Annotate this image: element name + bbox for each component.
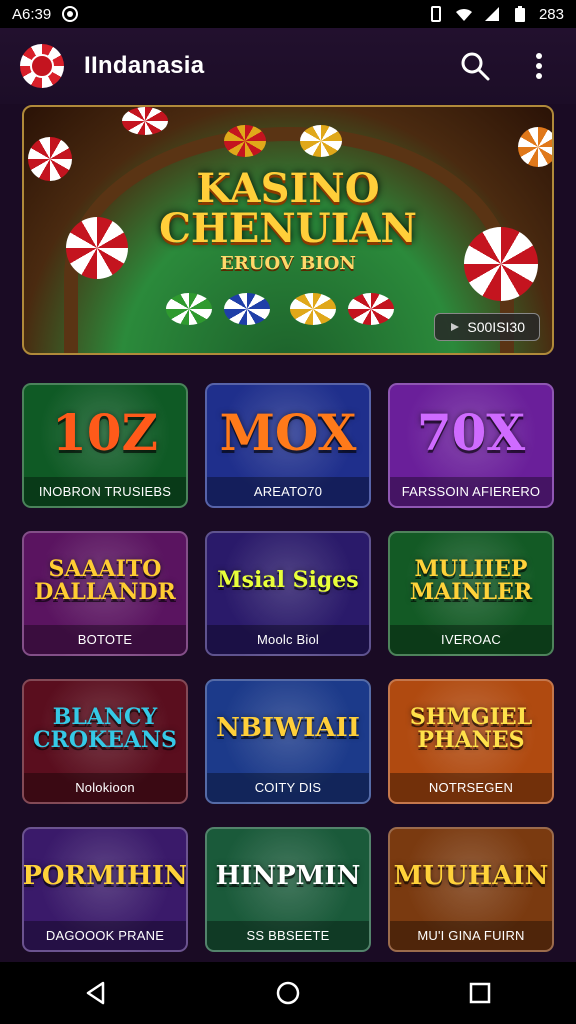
chip-icon <box>224 125 266 157</box>
app-bar: IIndanasia <box>0 28 576 104</box>
battery-level: 283 <box>538 5 564 23</box>
more-vert-icon <box>536 53 542 79</box>
game-title: MOX <box>219 402 357 462</box>
chip-icon <box>348 293 394 325</box>
game-label: INOBRON TRUSIEBS <box>24 477 186 506</box>
game-label: Nolokioon <box>24 773 186 802</box>
banner-subtitle: ERUOV BION <box>220 253 356 274</box>
vibrate-icon <box>430 6 441 22</box>
game-tile[interactable]: SHMGIEL PHANES NOTRSEGEN <box>388 679 554 804</box>
game-tile[interactable]: Msial Siges Moolc Biol <box>205 531 371 656</box>
battery-icon <box>514 6 525 22</box>
search-button[interactable] <box>458 49 492 83</box>
search-icon <box>461 52 490 81</box>
status-time: A6:39 <box>12 5 52 23</box>
chip-icon <box>166 293 212 325</box>
game-label: MU'I GINA FUIRN <box>390 921 552 950</box>
game-label: BOTOTE <box>24 625 186 654</box>
game-title: 70X <box>416 402 526 462</box>
chip-icon <box>290 293 336 325</box>
banner-action-label: S00ISI30 <box>467 319 525 335</box>
signal-icon <box>484 7 499 21</box>
game-title: HINPMIN <box>215 861 361 892</box>
recents-button[interactable] <box>460 973 500 1013</box>
home-icon <box>276 981 300 1005</box>
game-tile[interactable]: MOX AREATO70 <box>205 383 371 508</box>
game-title: MUUHAIN <box>393 861 549 892</box>
game-tile[interactable]: 10Z INOBRON TRUSIEBS <box>22 383 188 508</box>
game-label: IVEROAC <box>390 625 552 654</box>
game-title: SHMGIEL PHANES <box>409 703 533 753</box>
game-tile[interactable]: 70X FARSSOIN AFIERERO <box>388 383 554 508</box>
game-tile[interactable]: NBIWIAII COITY DIS <box>205 679 371 804</box>
game-title: PORMIHIN <box>22 861 188 892</box>
back-button[interactable] <box>76 973 116 1013</box>
game-tile[interactable]: MUUHAIN MU'I GINA FUIRN <box>388 827 554 952</box>
game-label: AREATO70 <box>207 477 369 506</box>
game-title: SAAAITO DALLANDR <box>34 555 176 605</box>
chip-icon <box>224 293 270 325</box>
game-label: DAGOOOK PRANE <box>24 921 186 950</box>
arrow-icon <box>451 323 460 331</box>
game-label: NOTRSEGEN <box>390 773 552 802</box>
game-title: Msial Siges <box>217 567 359 594</box>
game-title: NBIWIAII <box>216 713 360 744</box>
game-label: Moolc Biol <box>207 625 369 654</box>
system-nav-bar <box>0 962 576 1024</box>
game-title: MULIIEP MAINLER <box>409 555 533 605</box>
recents-icon <box>469 982 491 1004</box>
game-label: SS BBSEETE <box>207 921 369 950</box>
game-tile[interactable]: PORMIHIN DAGOOOK PRANE <box>22 827 188 952</box>
game-tile[interactable]: SAAAITO DALLANDR BOTOTE <box>22 531 188 656</box>
game-tile[interactable]: MULIIEP MAINLER IVEROAC <box>388 531 554 656</box>
featured-banner[interactable]: KASINO CHENUIAN ERUOV BION S00ISI30 <box>22 105 554 355</box>
home-button[interactable] <box>268 973 308 1013</box>
game-label: FARSSOIN AFIERERO <box>390 477 552 506</box>
status-bar: A6:39 283 <box>0 0 576 28</box>
game-title: 10Z <box>51 402 159 462</box>
back-icon <box>86 981 105 1005</box>
wifi-icon <box>455 8 472 21</box>
game-grid: 10Z INOBRON TRUSIEBS MOX AREATO70 70X FARSSOI… <box>22 383 554 952</box>
app-logo[interactable] <box>20 44 64 88</box>
overflow-menu-button[interactable] <box>522 49 556 83</box>
app-title: IIndanasia <box>84 52 205 79</box>
game-label: COITY DIS <box>207 773 369 802</box>
banner-title: KASINO CHENUIAN <box>159 165 417 252</box>
chip-icon <box>122 107 168 135</box>
notification-icon <box>62 6 79 22</box>
game-tile[interactable]: HINPMIN SS BBSEETE <box>205 827 371 952</box>
banner-action-button[interactable]: S00ISI30 <box>434 313 540 341</box>
game-tile[interactable]: BLANCY CROKEANS Nolokioon <box>22 679 188 804</box>
chip-icon <box>300 125 342 157</box>
chip-icon <box>518 127 552 167</box>
game-title: BLANCY CROKEANS <box>33 703 177 753</box>
